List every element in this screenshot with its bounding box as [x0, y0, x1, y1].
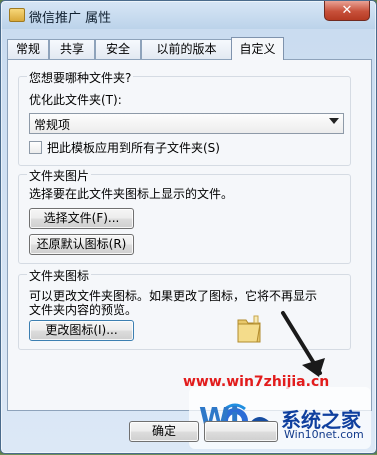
- folder-pictures-description: 选择要在此文件夹图标上显示的文件。: [29, 187, 234, 201]
- folder-type-group: 您想要哪种文件夹? 优化此文件夹(T): 常规项 把此模板应用到所有子文件夹(S…: [18, 69, 351, 166]
- apply-template-checkbox[interactable]: [29, 141, 42, 154]
- tab-general[interactable]: 常规: [7, 39, 49, 59]
- optimize-value: 常规项: [34, 118, 71, 132]
- change-icon-button[interactable]: 更改图标(I)...: [29, 320, 134, 341]
- choose-file-button[interactable]: 选择文件(F)...: [29, 208, 134, 229]
- tab-customize[interactable]: 自定义: [231, 37, 284, 60]
- tab-sharing[interactable]: 共享: [49, 39, 95, 59]
- tab-security[interactable]: 安全: [95, 39, 141, 59]
- apply-template-label: 把此模板应用到所有子文件夹(S): [47, 141, 220, 155]
- title-bar[interactable]: 微信推广 属性 ✕: [1, 1, 376, 29]
- group-heading: 文件夹图片: [27, 167, 92, 184]
- properties-window: 微信推广 属性 ✕ 常规 共享 安全 以前的版本 自定义 您想要哪种文件夹? 优…: [0, 0, 377, 454]
- folder-preview-icon: [237, 315, 261, 343]
- restore-default-icon-button[interactable]: 还原默认图标(R): [29, 234, 134, 255]
- cancel-button[interactable]: [204, 421, 278, 442]
- optimize-label: 优化此文件夹(T):: [29, 93, 122, 107]
- folder-pictures-group: 文件夹图片 选择要在此文件夹图标上显示的文件。 选择文件(F)... 还原默认图…: [18, 167, 351, 264]
- close-button[interactable]: ✕: [324, 1, 370, 21]
- chevron-down-icon: [329, 118, 339, 124]
- window-title: 微信推广 属性: [29, 11, 112, 26]
- folder-icon-description-line-2: 文件夹内容的预览。: [29, 303, 138, 317]
- tab-previous-versions[interactable]: 以前的版本: [141, 39, 232, 59]
- folder-icon-group: 文件夹图标 可以更改文件夹图标。如果更改了图标，它将不再显示 文件夹内容的预览。…: [18, 267, 351, 350]
- close-icon: ✕: [341, 3, 353, 18]
- brand-secondary-text: Win10net.com: [284, 428, 364, 441]
- group-heading: 您想要哪种文件夹?: [27, 69, 134, 86]
- group-heading: 文件夹图标: [27, 267, 92, 284]
- optimize-dropdown[interactable]: 常规项: [29, 113, 344, 134]
- tab-panel: 您想要哪种文件夹? 优化此文件夹(T): 常规项 把此模板应用到所有子文件夹(S…: [7, 59, 372, 411]
- ok-button[interactable]: 确定: [129, 421, 199, 442]
- folder-icon: [9, 8, 25, 22]
